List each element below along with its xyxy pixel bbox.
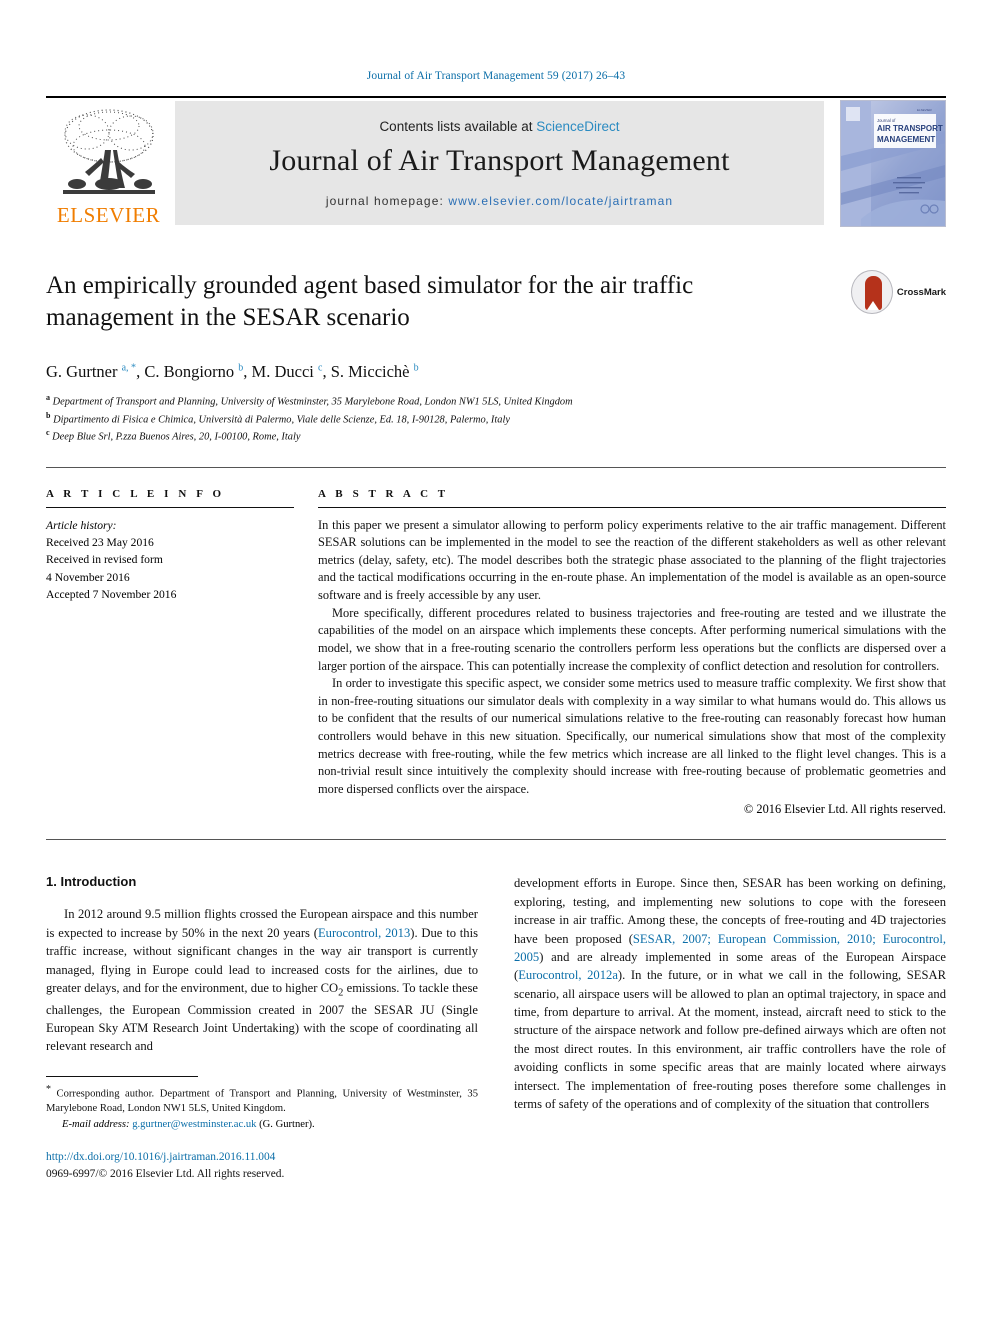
info-abstract-region: A R T I C L E I N F O Article history: R… <box>46 488 946 818</box>
intro-paragraph-right: development efforts in Europe. Since the… <box>514 876 946 1111</box>
elsevier-logo: ELSEVIER <box>46 98 171 228</box>
body-columns: 1. Introduction In 2012 around 9.5 milli… <box>46 874 946 1182</box>
article-history-line: Received in revised form <box>46 553 163 567</box>
divider-above-abstract <box>46 466 946 468</box>
doi-block: http://dx.doi.org/10.1016/j.jairtraman.2… <box>46 1149 478 1182</box>
crossmark-label: CrossMark <box>896 286 946 298</box>
article-history-line: Accepted 7 November 2016 <box>46 588 177 602</box>
paper-page: Journal of Air Transport Management 59 (… <box>0 0 992 1323</box>
body-column-right: development efforts in Europe. Since the… <box>514 874 946 1182</box>
sciencedirect-link[interactable]: ScienceDirect <box>536 119 619 134</box>
masthead-center-band: Contents lists available at ScienceDirec… <box>175 101 824 225</box>
abstract-paragraph: In order to investigate this specific as… <box>318 676 946 796</box>
abstract-rule <box>318 506 946 508</box>
article-history-line: Received 23 May 2016 <box>46 536 154 550</box>
crossmark-icon <box>851 270 893 314</box>
issn-copyright-line: 0969-6997/© 2016 Elsevier Ltd. All right… <box>46 1168 285 1181</box>
body-column-left: 1. Introduction In 2012 around 9.5 milli… <box>46 874 478 1182</box>
article-info-column: A R T I C L E I N F O Article history: R… <box>46 488 318 818</box>
running-head: Journal of Air Transport Management 59 (… <box>366 70 626 82</box>
email-owner: (G. Gurtner). <box>259 1119 315 1131</box>
affiliation-text: Deep Blue Srl, P.zza Buenos Aires, 20, I… <box>52 431 301 443</box>
affiliation-text: Department of Transport and Planning, Un… <box>52 396 573 408</box>
affiliation-marker: b <box>46 410 51 420</box>
title-block: An empirically grounded agent based simu… <box>46 270 946 344</box>
abstract-paragraph: More specifically, different procedures … <box>318 605 946 673</box>
abstract-copyright: © 2016 Elsevier Ltd. All rights reserved… <box>743 802 946 817</box>
email-note: E-mail address: g.gurtner@westminster.ac… <box>46 1117 478 1132</box>
author-list: G. Gurtner a, *, C. Bongiorno b, M. Ducc… <box>46 362 419 381</box>
homepage-url-link[interactable]: www.elsevier.com/locate/jairtraman <box>448 194 673 208</box>
affiliation-item: b Dipartimento di Fisica e Chimica, Univ… <box>46 410 946 428</box>
abstract-heading: A B S T R A C T <box>318 487 449 500</box>
journal-masthead: ELSEVIER Contents lists available at Sci… <box>46 96 946 228</box>
contents-prefix: Contents lists available at <box>379 118 537 134</box>
article-history-label: Article history: <box>46 518 117 532</box>
article-info-heading: A R T I C L E I N F O <box>46 487 225 500</box>
abstract-column: A B S T R A C T In this paper we present… <box>318 488 946 818</box>
journal-cover-thumbnail: Journal of AIR TRANSPORT MANAGEMENT ELSE… <box>834 98 946 228</box>
abstract-paragraph: In this paper we present a simulator all… <box>318 517 946 603</box>
contents-list-line: Contents lists available at ScienceDirec… <box>379 119 619 134</box>
footnote-rule <box>46 1075 198 1083</box>
affiliation-item: a Department of Transport and Planning, … <box>46 392 946 410</box>
svg-text:ELSEVIER: ELSEVIER <box>917 108 933 112</box>
svg-text:MANAGEMENT: MANAGEMENT <box>877 135 935 144</box>
divider-below-abstract <box>46 839 946 841</box>
journal-title: Journal of Air Transport Management <box>269 143 730 177</box>
article-title: An empirically grounded agent based simu… <box>46 272 694 331</box>
email-link[interactable]: g.gurtner@westminster.ac.uk <box>132 1119 256 1130</box>
article-info-rule <box>46 506 294 508</box>
affiliation-item: c Deep Blue Srl, P.zza Buenos Aires, 20,… <box>46 427 946 445</box>
doi-link[interactable]: http://dx.doi.org/10.1016/j.jairtraman.2… <box>46 1149 478 1166</box>
email-label: E-mail address: <box>62 1119 130 1131</box>
crossmark-badge-container[interactable]: CrossMark <box>851 268 946 316</box>
article-history-line: 4 November 2016 <box>46 570 130 584</box>
affiliation-text: Dipartimento di Fisica e Chimica, Univer… <box>53 414 510 426</box>
journal-cover-image: Journal of AIR TRANSPORT MANAGEMENT ELSE… <box>840 100 946 227</box>
elsevier-wordmark: ELSEVIER <box>56 203 161 227</box>
corresponding-author-note: * Corresponding author. Department of Tr… <box>46 1083 478 1115</box>
svg-text:AIR TRANSPORT: AIR TRANSPORT <box>877 124 943 133</box>
homepage-prefix: journal homepage: <box>325 193 449 208</box>
journal-homepage-line: journal homepage: www.elsevier.com/locat… <box>326 194 673 208</box>
svg-text:Journal of: Journal of <box>877 118 896 123</box>
affiliation-marker: a <box>46 393 50 402</box>
intro-paragraph-left: In 2012 around 9.5 million flights cross… <box>46 907 479 1054</box>
section-heading-introduction: 1. Introduction <box>46 874 137 890</box>
affiliation-list: a Department of Transport and Planning, … <box>46 392 946 445</box>
abstract-body: In this paper we present a simulator all… <box>318 517 946 818</box>
elsevier-tree-icon <box>57 106 161 204</box>
affiliation-marker: c <box>46 428 50 438</box>
